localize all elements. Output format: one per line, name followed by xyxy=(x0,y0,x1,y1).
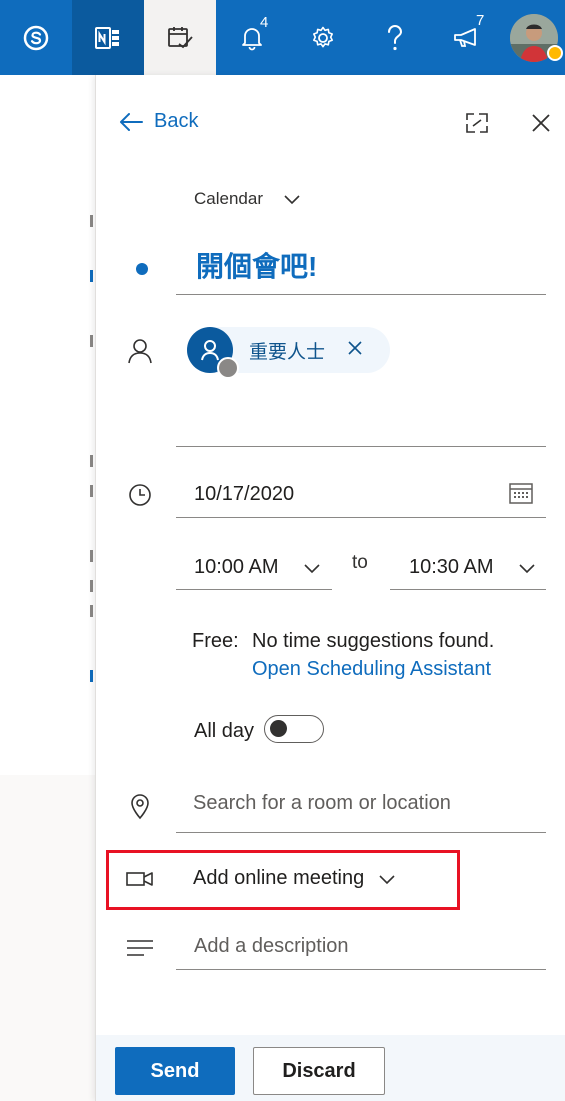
background-text-fragment xyxy=(90,605,93,617)
calendar-dropdown-label: Calendar xyxy=(194,189,263,208)
all-day-label: All day xyxy=(194,720,255,742)
clock-icon xyxy=(128,483,152,512)
calendar-icon xyxy=(509,483,533,504)
start-time-dropdown[interactable]: 10:00 AM xyxy=(194,556,321,579)
background-link-fragment xyxy=(90,670,93,682)
background-page xyxy=(0,75,95,1101)
start-time-value: 10:00 AM xyxy=(194,556,279,578)
attendee-avatar xyxy=(187,327,239,379)
open-scheduling-assistant-link[interactable]: Open Scheduling Assistant xyxy=(252,658,491,681)
back-button[interactable]: Back xyxy=(118,110,198,133)
close-icon xyxy=(348,340,362,355)
presence-status-dot xyxy=(547,45,563,61)
start-date-field[interactable]: 10/17/2020 xyxy=(194,483,294,506)
settings-button[interactable] xyxy=(287,0,359,75)
top-app-bar: 4 7 xyxy=(0,0,565,75)
calendar-color-dot xyxy=(136,263,148,275)
attendee-person-icon xyxy=(201,340,219,361)
background-link-fragment xyxy=(90,270,93,282)
toggle-knob xyxy=(270,720,287,737)
chevron-down-icon xyxy=(518,563,535,573)
date-underline xyxy=(176,517,546,518)
expand-window-icon xyxy=(466,113,488,133)
description-input[interactable]: Add a description xyxy=(194,935,349,958)
chevron-down-icon xyxy=(303,563,320,573)
skype-icon xyxy=(23,25,49,50)
onenote-button[interactable] xyxy=(72,0,144,75)
background-text-fragment xyxy=(90,455,93,467)
settings-gear-icon xyxy=(313,26,333,47)
feedback-button[interactable]: 7 xyxy=(431,0,503,75)
account-manager-button[interactable] xyxy=(503,0,565,75)
help-question-icon xyxy=(388,24,403,50)
title-underline xyxy=(176,294,546,295)
my-day-button[interactable] xyxy=(144,0,216,75)
onenote-icon xyxy=(95,26,119,49)
end-time-value: 10:30 AM xyxy=(409,556,494,578)
discard-button[interactable]: Discard xyxy=(253,1047,385,1095)
free-label: Free: xyxy=(192,630,239,652)
person-icon xyxy=(127,338,153,369)
help-button[interactable] xyxy=(359,0,431,75)
close-button[interactable] xyxy=(528,110,554,136)
send-button[interactable]: Send xyxy=(115,1047,235,1095)
description-underline xyxy=(176,969,546,970)
close-icon xyxy=(532,114,550,132)
background-text-fragment xyxy=(90,550,93,562)
notifications-button[interactable]: 4 xyxy=(216,0,287,75)
attendee-underline xyxy=(176,446,546,447)
background-text-fragment xyxy=(90,485,93,497)
description-lines-icon xyxy=(126,939,154,962)
end-time-dropdown[interactable]: 10:30 AM xyxy=(409,556,536,579)
date-picker-button[interactable] xyxy=(508,481,534,505)
chevron-down-icon xyxy=(284,195,300,205)
end-time-underline xyxy=(390,589,546,590)
location-input[interactable]: Search for a room or location xyxy=(193,792,451,815)
expand-button[interactable] xyxy=(464,110,490,136)
skype-button[interactable] xyxy=(0,0,72,75)
back-arrow-icon xyxy=(120,112,143,131)
my-day-calendar-icon xyxy=(168,26,193,48)
back-label: Back xyxy=(154,110,199,132)
background-page-content xyxy=(0,75,95,775)
highlight-box xyxy=(106,850,460,910)
attendee-name: 重要人士 xyxy=(249,341,326,363)
location-underline xyxy=(176,832,546,833)
feedback-count-badge: 7 xyxy=(476,12,485,29)
calendar-dropdown[interactable]: Calendar xyxy=(194,189,301,209)
to-label: to xyxy=(352,552,368,573)
all-day-toggle[interactable] xyxy=(264,715,324,743)
background-text-fragment xyxy=(90,580,93,592)
background-text-fragment xyxy=(90,335,93,347)
attendee-chip[interactable]: 重要人士 xyxy=(187,327,390,379)
remove-attendee-button[interactable] xyxy=(347,340,363,361)
attendee-input[interactable] xyxy=(176,385,546,445)
background-text-fragment xyxy=(90,215,93,227)
notifications-count-badge: 4 xyxy=(260,14,269,31)
location-pin-icon xyxy=(130,792,150,825)
suggestion-text: No time suggestions found. xyxy=(252,630,495,652)
unknown-presence-icon xyxy=(217,357,239,379)
new-event-panel: Back Calendar 開個會吧! 重要人士 10/17/2020 10:0… xyxy=(95,75,565,1101)
event-title-input[interactable]: 開個會吧! xyxy=(196,245,317,285)
start-time-underline xyxy=(176,589,332,590)
